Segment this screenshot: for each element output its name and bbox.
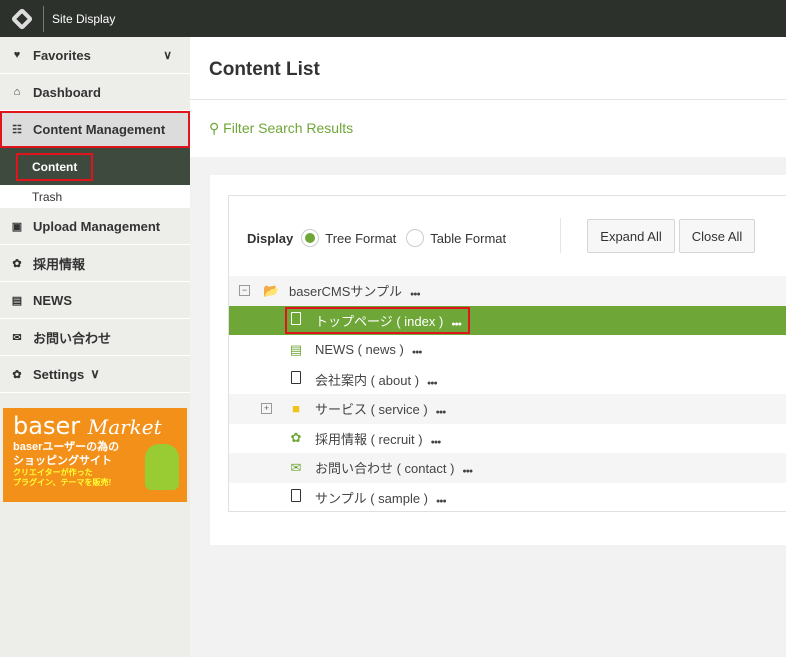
- more-actions-icon[interactable]: ●●●: [412, 349, 423, 356]
- tree-row[interactable]: − 📂 baserCMSサンプル ●●●: [229, 276, 786, 306]
- baser-market-banner[interactable]: baser Market baserユーザーの為の ショッピングサイト クリエイ…: [3, 408, 187, 502]
- folder-icon: ■: [292, 401, 300, 417]
- divider: [560, 218, 561, 253]
- sidebar-subitem-content[interactable]: Content: [0, 148, 190, 185]
- more-actions-icon[interactable]: ●●●: [436, 409, 447, 416]
- search-icon: ⚲: [209, 120, 220, 136]
- label: Upload Management: [33, 218, 161, 234]
- expand-all-button[interactable]: Expand All: [587, 219, 675, 253]
- tree-row[interactable]: + ■ サービス ( service ) ●●●: [229, 394, 786, 424]
- more-actions-icon[interactable]: ●●●: [462, 468, 473, 475]
- filter-label: Filter Search Results: [223, 120, 354, 136]
- radio-table-format[interactable]: [406, 229, 425, 247]
- tree-item-label[interactable]: サンプル ( sample ): [315, 491, 428, 506]
- chevron-down-icon: ∨: [90, 366, 100, 381]
- sitemap-icon: ☷: [12, 123, 22, 136]
- tree-item-label[interactable]: baserCMSサンプル: [289, 284, 402, 299]
- dragon-mascot-icon: [145, 444, 179, 490]
- more-actions-icon[interactable]: ●●●: [431, 439, 442, 446]
- sidebar-item-upload-management[interactable]: ▣ Upload Management: [0, 208, 190, 245]
- highlight-box: [285, 306, 470, 334]
- sidebar: ♥ Favorites ∨ ⌂ Dashboard ☷ Content Manageme…: [0, 37, 190, 657]
- label: NEWS: [33, 292, 72, 308]
- tree-row[interactable]: ✉ お問い合わせ ( contact ) ●●●: [229, 453, 786, 483]
- label: Dashboard: [33, 84, 101, 100]
- tree-row[interactable]: サンプル ( sample ) ●●●: [229, 483, 786, 513]
- site-display-link[interactable]: Site Display: [52, 12, 115, 26]
- gear-icon: ✿: [290, 430, 302, 446]
- label: お問い合わせ: [33, 330, 112, 346]
- page-icon: [289, 489, 303, 505]
- expand-toggle-icon[interactable]: +: [261, 403, 272, 415]
- content-card: Display Tree Format Table Format Expand …: [210, 175, 786, 545]
- sidebar-item-dashboard[interactable]: ⌂ Dashboard: [0, 74, 190, 111]
- gear-icon: ✿: [12, 368, 22, 381]
- folder-open-icon: 📂: [263, 282, 280, 298]
- tree-row[interactable]: ✿ 採用情報 ( recruit ) ●●●: [229, 424, 786, 454]
- label: Favorites: [33, 47, 91, 63]
- more-actions-icon[interactable]: ●●●: [410, 291, 421, 298]
- mail-icon: ✉: [12, 331, 22, 344]
- tree-item-label[interactable]: 会社案内 ( about ): [315, 373, 419, 388]
- radio-label: Tree Format: [325, 230, 397, 246]
- sidebar-item-recruit[interactable]: ✿ 採用情報: [0, 245, 190, 282]
- document-icon: ▤: [11, 294, 23, 307]
- filter-search-toggle[interactable]: ⚲ Filter Search Results: [190, 100, 786, 157]
- display-selector: Display Tree Format Table Format: [247, 229, 506, 247]
- display-label: Display: [247, 230, 294, 246]
- sidebar-subitem-trash[interactable]: Trash: [0, 185, 190, 208]
- tree-item-label[interactable]: サービス ( service ): [315, 402, 428, 417]
- basercms-logo-icon[interactable]: [0, 5, 44, 32]
- label: Content Management: [33, 121, 166, 137]
- page-icon: [289, 371, 303, 387]
- tree-row[interactable]: 会社案内 ( about ) ●●●: [229, 365, 786, 395]
- banner-logo: baser Market: [13, 412, 162, 440]
- home-icon: ⌂: [13, 86, 21, 98]
- sidebar-item-content-management[interactable]: ☷ Content Management: [0, 111, 190, 148]
- tree-item-label[interactable]: 採用情報 ( recruit ): [315, 432, 423, 447]
- tree-row[interactable]: ▤ NEWS ( news ) ●●●: [229, 335, 786, 365]
- tree-row[interactable]: トップページ ( index ) ●●●: [229, 305, 786, 335]
- tree-item-label[interactable]: NEWS ( news ): [315, 342, 404, 357]
- sidebar-item-contact[interactable]: ✉ お問い合わせ: [0, 319, 190, 356]
- sidebar-item-settings[interactable]: ✿ Settings ∨: [0, 356, 190, 393]
- blog-icon: ▤: [289, 341, 303, 357]
- label: Settings: [33, 366, 85, 382]
- radio-tree-format[interactable]: [301, 229, 320, 247]
- collapse-toggle-icon[interactable]: −: [239, 285, 250, 297]
- content-tree: − 📂 baserCMSサンプル ●●● トップページ ( index ) ●●● ▤ NEW…: [229, 276, 786, 512]
- tree-item-label[interactable]: お問い合わせ ( contact ): [315, 461, 454, 476]
- label: Content: [16, 152, 94, 181]
- gear-icon: ✿: [12, 257, 22, 270]
- heart-icon: ♥: [13, 49, 21, 61]
- close-all-button[interactable]: Close All: [679, 219, 755, 253]
- page-title: Content List: [190, 37, 786, 100]
- more-actions-icon[interactable]: ●●●: [436, 498, 447, 505]
- chevron-down-icon[interactable]: ∨: [163, 48, 172, 62]
- sidebar-item-news[interactable]: ▤ NEWS: [0, 282, 190, 319]
- image-icon: ▣: [11, 220, 23, 233]
- top-bar: Site Display: [0, 0, 786, 37]
- radio-label: Table Format: [430, 230, 507, 246]
- content-tree-panel: Display Tree Format Table Format Expand …: [228, 195, 786, 512]
- sidebar-item-favorites[interactable]: ♥ Favorites ∨: [0, 37, 190, 74]
- more-actions-icon[interactable]: ●●●: [427, 380, 438, 387]
- label: 採用情報: [33, 256, 86, 272]
- mail-icon: ✉: [290, 459, 302, 475]
